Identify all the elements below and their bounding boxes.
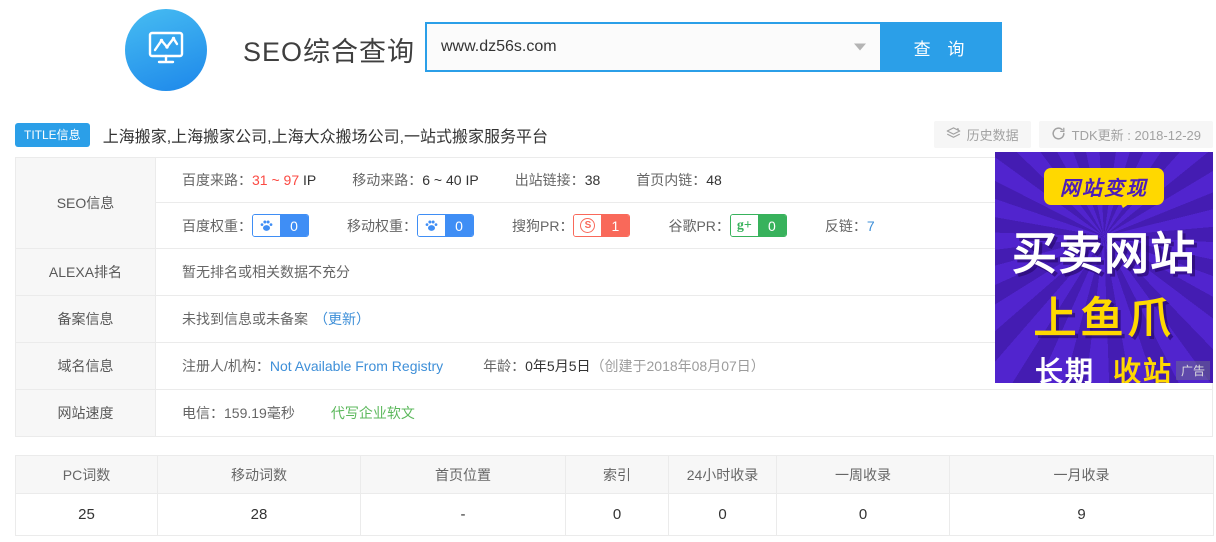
telecom-speed-text: 电信：159.19毫秒	[182, 403, 295, 423]
site-title-text: 上海搬家,上海搬家公司,上海大众搬场公司,一站式搬家服务平台	[103, 123, 548, 147]
registrant-link[interactable]: Not Available From Registry	[270, 358, 443, 374]
row-label-seo: SEO信息	[16, 158, 156, 248]
google-plus-icon: g+	[731, 215, 758, 236]
baidu-traffic: 百度来路：31 ~ 97 IP	[182, 170, 316, 190]
row-label-domain: 域名信息	[16, 343, 156, 389]
ad-headline: 买卖网站	[995, 217, 1213, 282]
index-value: 0	[566, 494, 669, 536]
col-mobile-words: 移动词数	[158, 456, 361, 494]
row-label-alexa: ALEXA排名	[16, 249, 156, 295]
seo-query-page: SEO综合查询 查 询 TITLE信息 上海搬家,上海搬家公司,上海大众搬场公司…	[0, 0, 1216, 542]
backlinks-link[interactable]: 7	[867, 218, 875, 234]
icp-update-link[interactable]: （更新）	[314, 309, 370, 329]
icp-status-text: 未找到信息或未备案	[182, 309, 308, 329]
promo-link[interactable]: 代写企业软文	[331, 403, 415, 423]
month-collected-value: 9	[950, 494, 1214, 536]
sogou-icon: S	[574, 215, 601, 236]
homepage-internal-links: 首页内链：48	[636, 170, 722, 190]
col-pc-words: PC词数	[16, 456, 158, 494]
monitor-chart-icon	[142, 24, 190, 77]
home-position-value: -	[361, 494, 566, 536]
baidu-paw-icon	[418, 215, 445, 236]
url-input[interactable]	[425, 22, 882, 72]
tdk-update-button[interactable]: TDK更新 : 2018-12-29	[1039, 121, 1213, 148]
site-logo	[125, 9, 207, 91]
pc-words-value: 25	[16, 494, 158, 536]
keyword-stats-table: PC词数 移动词数 首页位置 索引 24小时收录 一周收录 一月收录 25 28…	[15, 455, 1214, 536]
ad-subline: 上鱼爪	[995, 284, 1213, 346]
google-pr: 谷歌PR： g+ 0	[668, 214, 786, 237]
mobile-traffic: 移动来路：6 ~ 40 IP	[352, 170, 478, 190]
age-value: 0年5月5日	[525, 356, 590, 376]
ad-bubble-text: 网站变现	[1044, 168, 1164, 205]
sogou-pr: 搜狗PR： S 1	[512, 214, 630, 237]
refresh-icon	[1051, 126, 1066, 144]
chevron-down-icon[interactable]	[854, 44, 866, 51]
speed-row: 网站速度 电信：159.19毫秒 代写企业软文	[16, 390, 1212, 436]
age-label: 年龄：	[483, 356, 525, 376]
page-title: SEO综合查询	[243, 30, 415, 69]
ad-tag-label: 广告	[1176, 361, 1210, 380]
mobile-weight: 移动权重： 0	[347, 214, 474, 237]
row-label-icp: 备案信息	[16, 296, 156, 342]
outbound-links: 出站链接：38	[515, 170, 601, 190]
ad-banner[interactable]: 网站变现 买卖网站 上鱼爪 长期收站 广告	[995, 152, 1213, 383]
col-index: 索引	[566, 456, 669, 494]
col-home-position: 首页位置	[361, 456, 566, 494]
layers-icon	[946, 126, 961, 144]
baidu-paw-icon	[253, 215, 280, 236]
alexa-status-text: 暂无排名或相关数据不充分	[182, 262, 350, 282]
mobile-weight-badge[interactable]: 0	[417, 214, 474, 237]
week-collected-value: 0	[777, 494, 950, 536]
baidu-weight: 百度权重： 0	[182, 214, 309, 237]
registrant-label: 注册人/机构：	[182, 356, 270, 376]
title-info-badge: TITLE信息	[15, 123, 90, 147]
search-bar: 查 询	[425, 22, 1002, 72]
sogou-pr-badge[interactable]: S 1	[573, 214, 630, 237]
col-24h-collected: 24小时收录	[669, 456, 777, 494]
col-month-collected: 一月收录	[950, 456, 1214, 494]
baidu-weight-badge[interactable]: 0	[252, 214, 309, 237]
title-bar: TITLE信息 上海搬家,上海搬家公司,上海大众搬场公司,一站式搬家服务平台 历…	[15, 121, 1213, 148]
backlinks: 反链：7	[825, 216, 875, 236]
query-button[interactable]: 查 询	[882, 22, 1002, 72]
google-pr-badge[interactable]: g+ 0	[730, 214, 787, 237]
col-week-collected: 一周收录	[777, 456, 950, 494]
history-data-button[interactable]: 历史数据	[934, 121, 1031, 148]
24h-collected-value: 0	[669, 494, 777, 536]
stats-value-row: 25 28 - 0 0 0 9	[16, 494, 1214, 536]
row-label-speed: 网站速度	[16, 390, 156, 436]
mobile-words-value: 28	[158, 494, 361, 536]
created-date-note: （创建于2018年08月07日）	[591, 356, 765, 376]
stats-header-row: PC词数 移动词数 首页位置 索引 24小时收录 一周收录 一月收录	[16, 456, 1214, 494]
